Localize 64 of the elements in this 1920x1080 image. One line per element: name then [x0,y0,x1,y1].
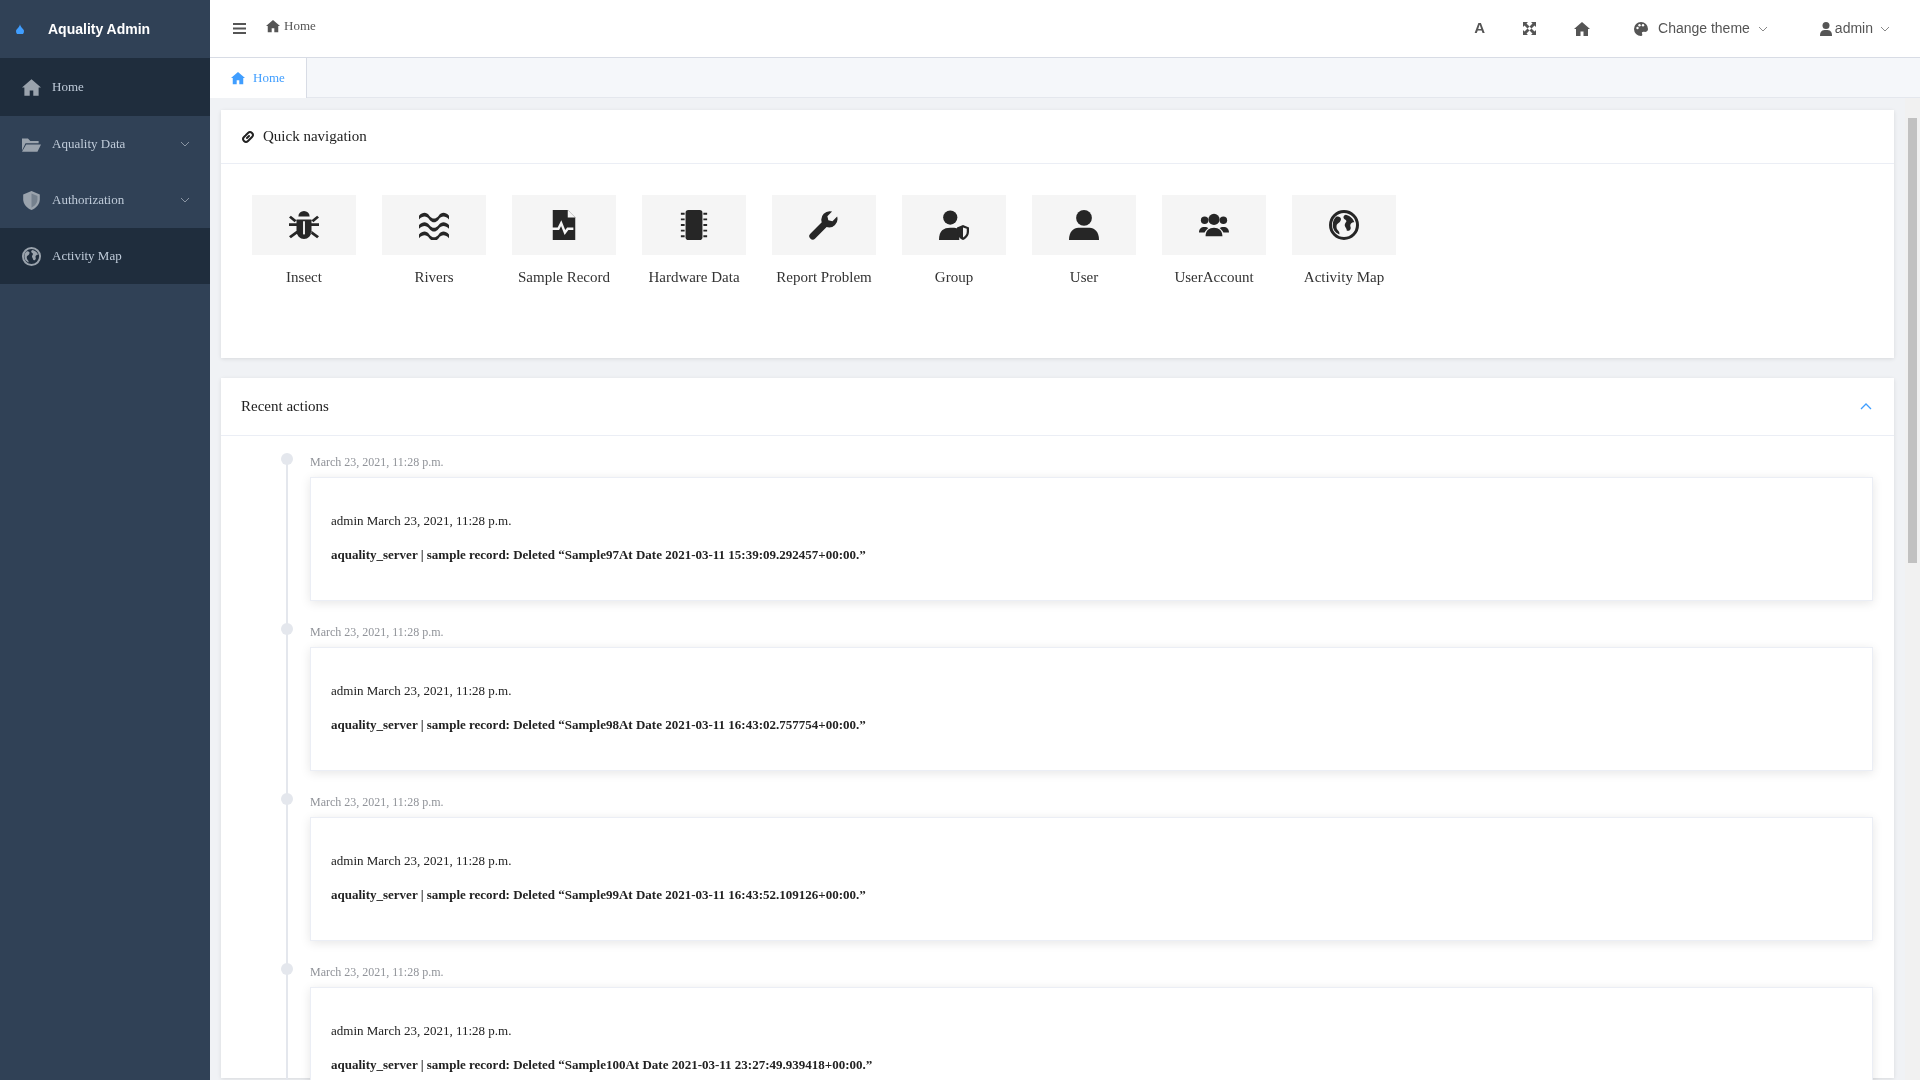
globe-icon [22,246,41,266]
fullscreen-icon[interactable] [1523,22,1536,35]
app-title: Aquality Admin [48,19,151,39]
action-message: aquality_server | sample record: Deleted “Sample97At Date 2021-03-11 15:39:09.292457+00:00.” [331,545,867,564]
sidebar-item[interactable]: Activity Map [0,228,210,284]
timestamp: March 23, 2021, 11:28 p.m. [310,794,445,811]
action-meta: admin March 23, 2021, 11:28 p.m. [331,682,513,700]
wrench-icon [809,210,839,240]
quick-nav-label[interactable]: Hardware Data [648,266,740,289]
drop-icon [16,24,24,34]
quick-nav-label[interactable]: Insect [286,266,322,289]
card-title: Recent actions [241,397,329,417]
action-message: aquality_server | sample record: Deleted “Sample100At Date 2021-03-11 23:27:49.939418+00:00.” [331,1055,874,1074]
collapse-icon[interactable] [1860,403,1872,410]
chevron-down-icon [1757,25,1768,32]
bug-icon [289,210,319,240]
quick-nav-tile[interactable] [902,195,1006,255]
home-icon [231,71,245,85]
quick-nav-tile[interactable] [1032,195,1136,255]
font-size-icon[interactable]: A [1474,17,1485,40]
globe-icon [1329,210,1359,240]
quick-nav-label[interactable]: Activity Map [1303,266,1385,289]
action-meta: admin March 23, 2021, 11:28 p.m. [331,852,513,870]
quick-nav-tile[interactable] [1292,195,1396,255]
action-meta: admin March 23, 2021, 11:28 p.m. [331,512,513,530]
palette-icon [1634,21,1648,36]
quick-nav-label[interactable]: Group [934,266,974,289]
chevron-down-icon [180,141,190,147]
link-icon [241,129,255,144]
home-icon [22,77,41,97]
quick-nav-label[interactable]: Report Problem [776,266,872,289]
breadcrumb[interactable]: Home [284,16,316,36]
timestamp: March 23, 2021, 11:28 p.m. [310,964,445,981]
user-icon [1069,210,1099,240]
home-icon [266,19,280,33]
user-shield-icon [939,210,969,240]
quick-nav-tile[interactable] [642,195,746,255]
quick-nav-label[interactable]: User [1069,266,1099,289]
chevron-down-icon [1880,25,1890,32]
quick-nav-tile[interactable] [252,195,356,255]
action-meta: admin March 23, 2021, 11:28 p.m. [331,1022,513,1040]
quick-nav-label[interactable]: Rivers [414,266,454,289]
chevron-down-icon [180,197,190,203]
card-title: Quick navigation [263,127,367,147]
scrollbar[interactable] [1905,98,1920,1080]
timestamp: March 23, 2021, 11:28 p.m. [310,454,445,471]
action-message: aquality_server | sample record: Deleted “Sample98At Date 2021-03-11 16:43:02.757754+00:00.” [331,715,867,734]
quick-nav-label[interactable]: Sample Record [517,266,611,289]
menu-icon[interactable] [233,23,246,34]
user-icon [1819,21,1832,36]
theme-menu[interactable]: Change theme [1634,18,1768,39]
user-menu[interactable]: admin [1819,18,1890,39]
quick-nav-label[interactable]: UserAccount [1174,266,1254,289]
home-icon[interactable] [1574,20,1590,37]
shield-icon [22,190,41,210]
action-message: aquality_server | sample record: Deleted “Sample99At Date 2021-03-11 16:43:52.109126+00:00.” [331,885,867,904]
sidebar-item[interactable]: Home [0,58,210,116]
quick-nav-tile[interactable] [512,195,616,255]
quick-nav-tile[interactable] [1162,195,1266,255]
chip-icon [679,210,709,240]
quick-nav-tile[interactable] [382,195,486,255]
quick-nav-tile[interactable] [772,195,876,255]
timestamp: March 23, 2021, 11:28 p.m. [310,624,445,641]
waves-icon [419,210,449,240]
